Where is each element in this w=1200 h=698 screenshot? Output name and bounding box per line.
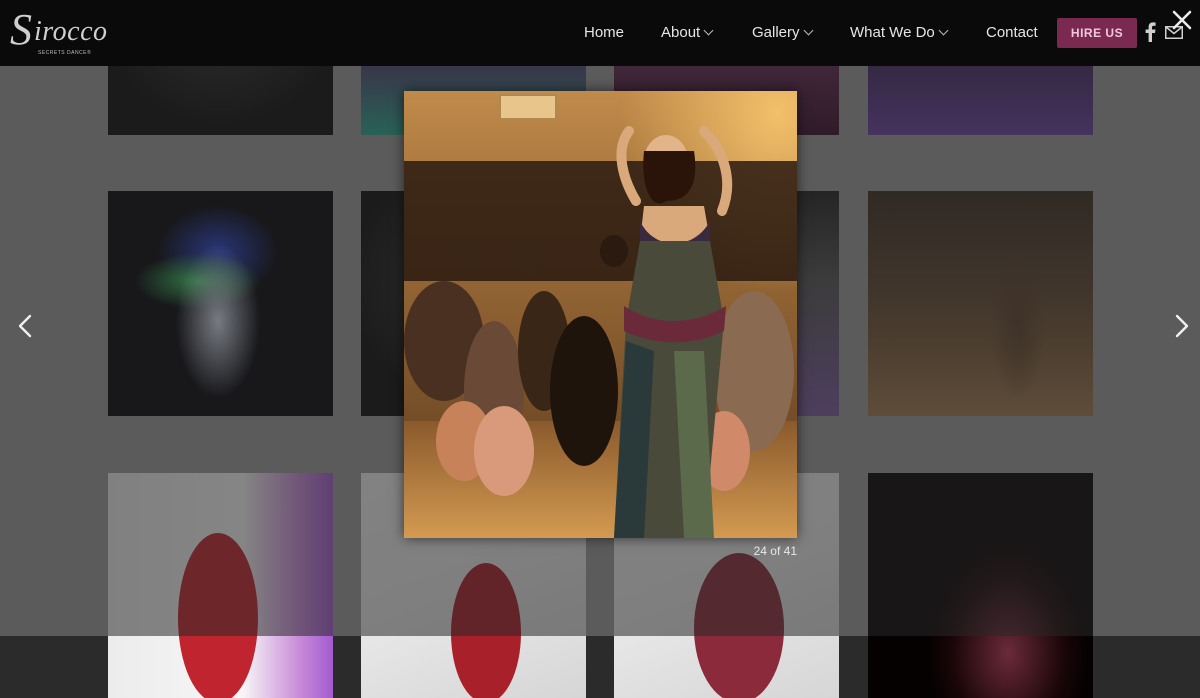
site-logo[interactable]: S irocco SECRETS DANCE® bbox=[8, 8, 112, 58]
nav-contact[interactable]: Contact bbox=[986, 24, 1038, 41]
chevron-down-icon bbox=[938, 25, 949, 36]
logo-tagline: SECRETS DANCE® bbox=[38, 50, 92, 56]
image-counter: 24 of 41 bbox=[753, 544, 797, 558]
lightbox-image bbox=[404, 91, 797, 538]
chevron-left-icon[interactable] bbox=[12, 312, 40, 340]
dancer-photo bbox=[404, 91, 797, 538]
logo-initial: S bbox=[10, 5, 32, 54]
chevron-down-icon bbox=[703, 25, 714, 36]
nav-what-we-do[interactable]: What We Do bbox=[850, 24, 949, 41]
nav-label: About bbox=[661, 24, 701, 41]
nav-gallery[interactable]: Gallery bbox=[752, 24, 813, 41]
logo-text: irocco bbox=[34, 16, 108, 47]
site-header: S irocco SECRETS DANCE® Home About Galle… bbox=[0, 0, 1200, 66]
nav-label: Gallery bbox=[752, 24, 800, 41]
nav-label: Contact bbox=[986, 24, 1038, 41]
nav-home[interactable]: Home bbox=[584, 24, 624, 41]
close-icon[interactable] bbox=[1170, 8, 1194, 32]
facebook-icon[interactable] bbox=[1143, 22, 1157, 42]
nav-about[interactable]: About bbox=[661, 24, 714, 41]
nav-label: Home bbox=[584, 24, 625, 41]
chevron-right-icon[interactable] bbox=[1167, 312, 1195, 340]
hire-us-button[interactable]: HIRE US bbox=[1057, 18, 1137, 48]
nav-label: What We Do bbox=[850, 24, 935, 41]
chevron-down-icon bbox=[803, 25, 813, 36]
